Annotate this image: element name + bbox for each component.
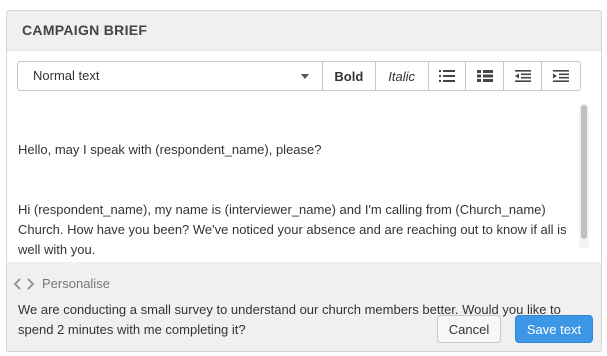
unordered-list-icon	[476, 70, 493, 82]
editor-paragraph: Hi (respondent_name), my name is (interv…	[18, 202, 571, 257]
panel-title: CAMPAIGN BRIEF	[22, 22, 148, 38]
rich-text-editor: Normal text Bold Italic Hello, may I spe…	[7, 50, 601, 337]
ordered-list-icon	[438, 70, 455, 82]
bold-button[interactable]: Bold	[323, 62, 376, 90]
personalise-label: Personalise	[42, 276, 110, 291]
editor-paragraph: Hello, may I speak with (respondent_name…	[18, 142, 322, 157]
chevron-down-icon	[300, 74, 309, 79]
indent-icon	[553, 70, 570, 82]
ordered-list-button[interactable]	[429, 62, 467, 90]
outdent-icon	[514, 70, 531, 82]
save-text-button[interactable]: Save text	[515, 315, 593, 343]
cancel-button[interactable]: Cancel	[437, 315, 501, 343]
editor-content[interactable]: Hello, may I speak with (respondent_name…	[18, 100, 574, 337]
personalise-button[interactable]: Personalise	[14, 276, 110, 291]
code-icon	[14, 277, 34, 290]
scrollbar-thumb[interactable]	[581, 105, 587, 239]
campaign-brief-panel: CAMPAIGN BRIEF Normal text Bold Italic H…	[6, 10, 602, 352]
text-format-select[interactable]: Normal text	[18, 62, 323, 90]
outdent-button[interactable]	[504, 62, 543, 90]
editor-scrollbar[interactable]	[579, 103, 589, 249]
indent-button[interactable]	[542, 62, 580, 90]
editor-toolbar: Normal text Bold Italic	[17, 61, 581, 91]
text-format-select-value: Normal text	[33, 68, 100, 83]
unordered-list-button[interactable]	[466, 62, 505, 90]
italic-button[interactable]: Italic	[376, 62, 429, 90]
